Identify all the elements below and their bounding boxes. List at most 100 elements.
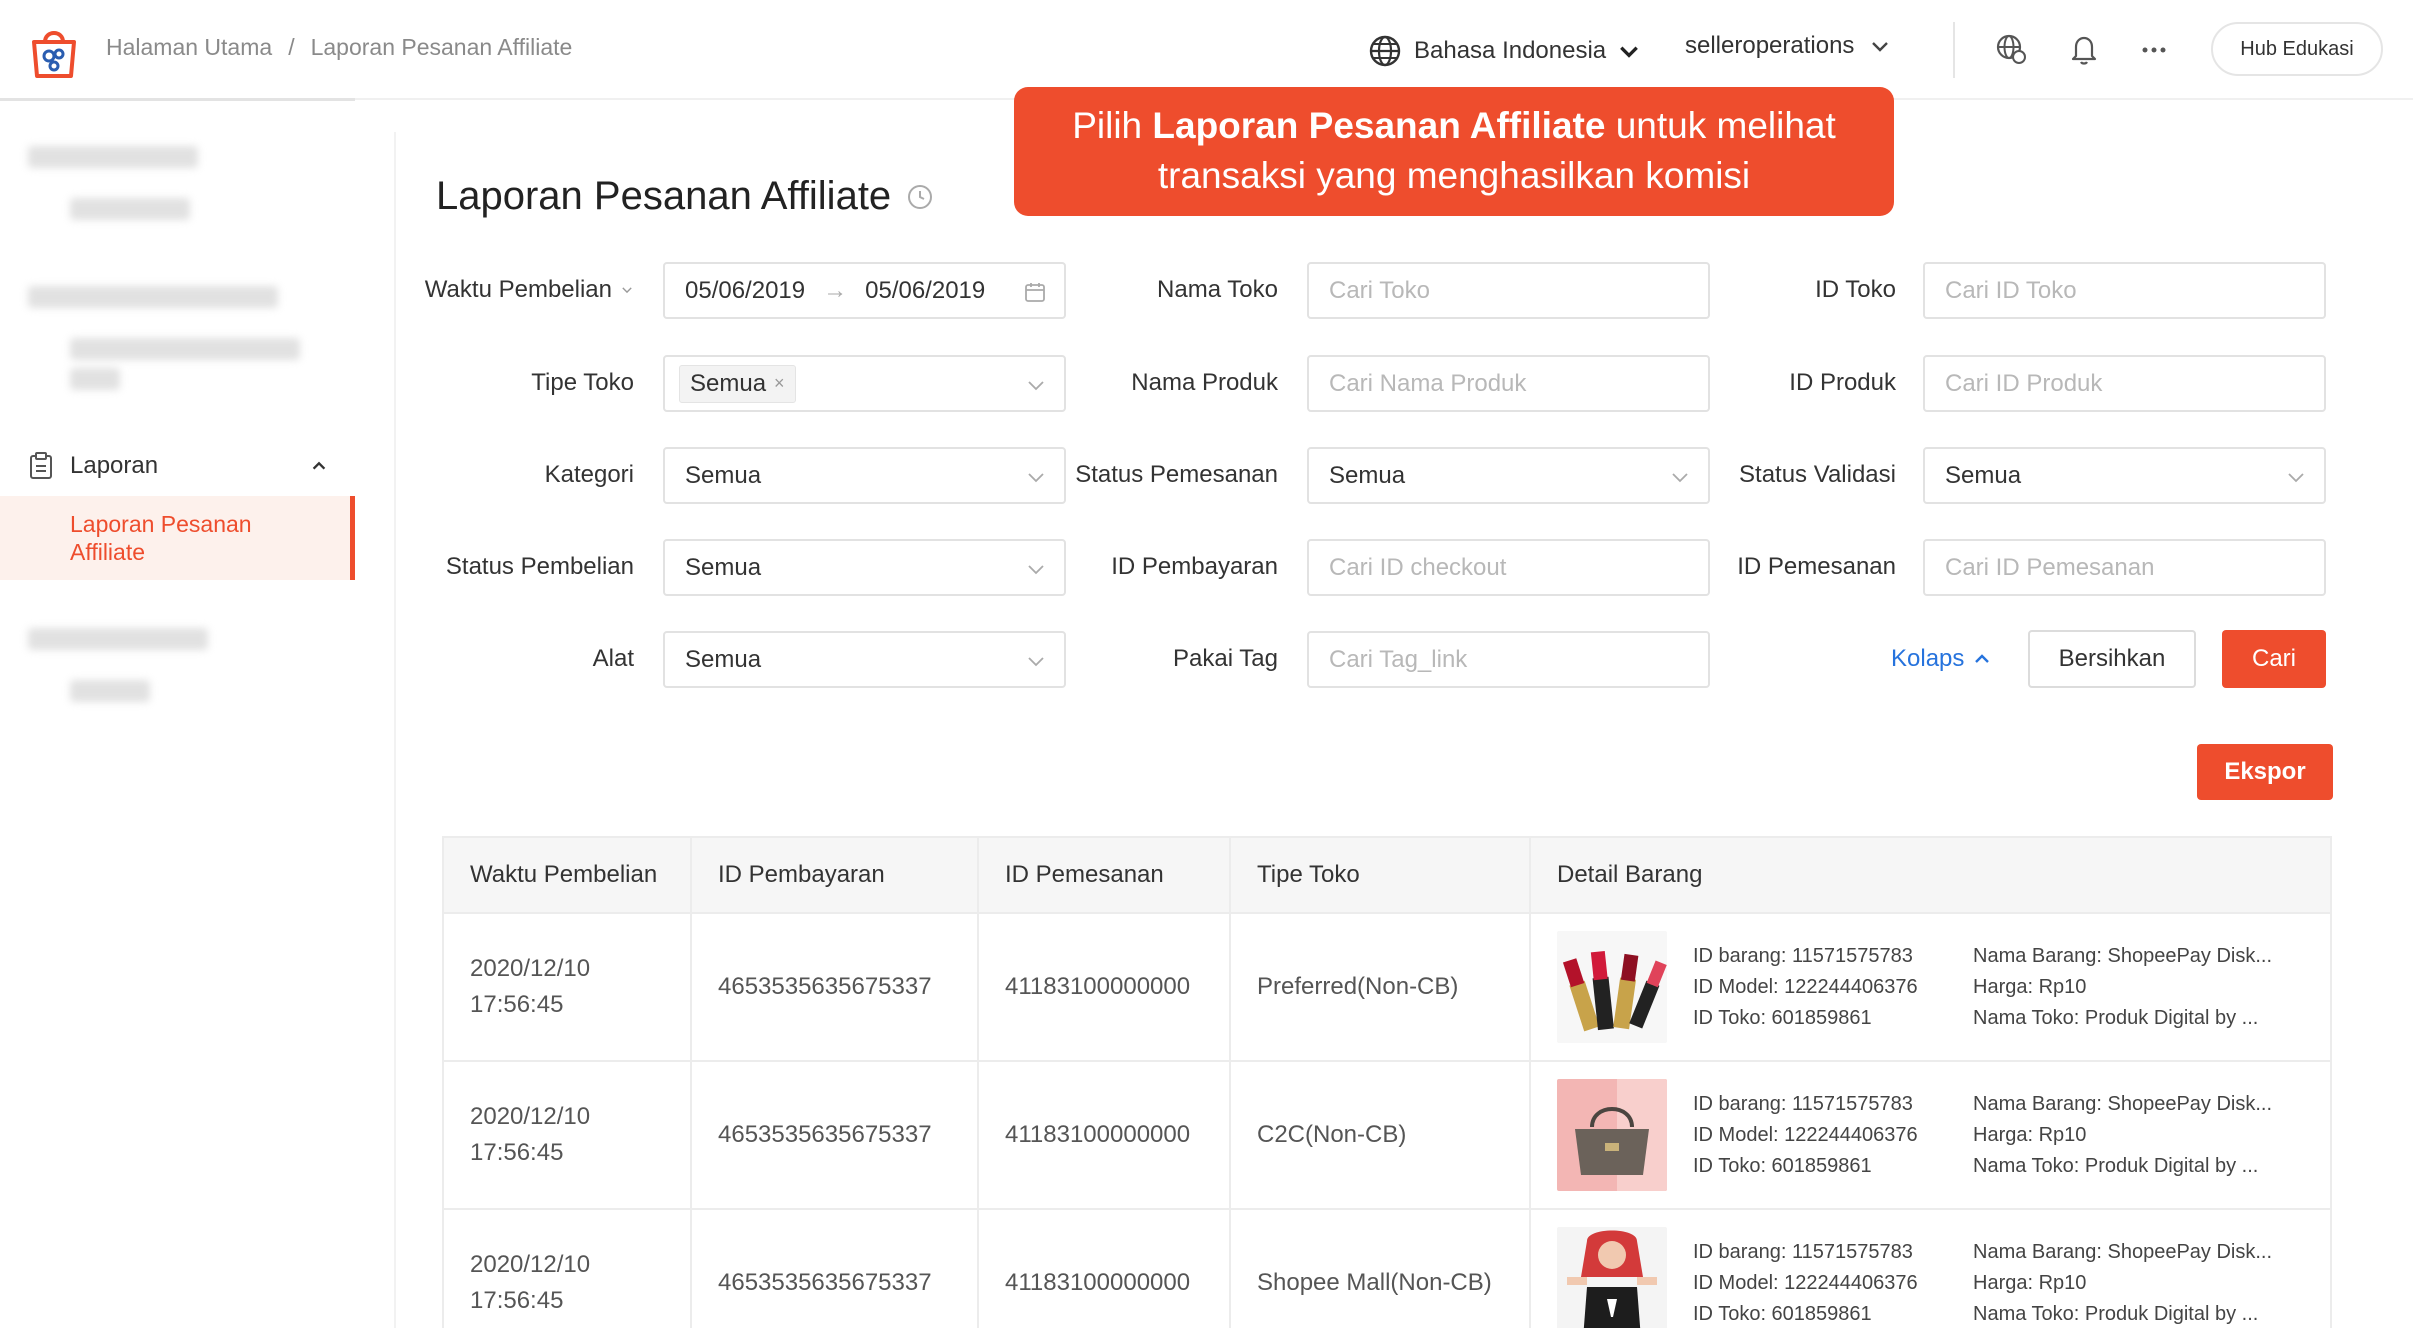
id-produk-input[interactable]: Cari ID Produk xyxy=(1923,355,2326,412)
date-end[interactable]: 05/06/2019 xyxy=(865,277,985,305)
col-id-pembayaran: ID Pembayaran xyxy=(692,838,979,912)
detail-price: Harga: Rp10 xyxy=(1973,975,2087,998)
date-range-picker[interactable]: 05/06/2019 → 05/06/2019 xyxy=(663,262,1066,319)
page-title: Laporan Pesanan Affiliate xyxy=(436,174,935,219)
language-selector[interactable]: Bahasa Indonesia xyxy=(1368,34,1640,68)
clock-icon[interactable] xyxy=(905,182,935,212)
id-pemesanan-label: ID Pemesanan xyxy=(1737,553,1896,580)
table-row[interactable]: 2020/12/10 17:56:45 4653535635675337 4118… xyxy=(444,1210,2330,1328)
top-header: Halaman Utama / Laporan Pesanan Affiliat… xyxy=(0,0,2413,100)
cell-waktu: 2020/12/10 17:56:45 xyxy=(444,1210,692,1328)
status-pemesanan-select[interactable]: Semua xyxy=(1307,447,1710,504)
nama-produk-input[interactable]: Cari Nama Produk xyxy=(1307,355,1710,412)
cell-order-id: 41183100000000 xyxy=(979,1062,1231,1208)
ekspor-button[interactable]: Ekspor xyxy=(2197,744,2333,800)
chevron-down-icon xyxy=(1028,657,1044,667)
tutorial-tooltip: Pilih Laporan Pesanan Affiliate untuk me… xyxy=(1014,87,1894,216)
detail-ids: ID barang: 11571575783 ID Model: 1222444… xyxy=(1693,1237,1973,1328)
detail-shop-id: ID Toko: 601859861 xyxy=(1693,1006,1872,1029)
detail-ids: ID barang: 11571575783 ID Model: 1222444… xyxy=(1693,1089,1973,1182)
pakai-tag-input[interactable]: Cari Tag_link xyxy=(1307,631,1710,688)
status-pemesanan-value: Semua xyxy=(1329,461,1406,489)
cell-shop-type: Shopee Mall(Non-CB) xyxy=(1231,1210,1531,1328)
chevron-down-icon xyxy=(1028,381,1044,391)
breadcrumb-separator: / xyxy=(288,34,295,60)
detail-model-id: ID Model: 122244406376 xyxy=(1693,1271,1918,1294)
user-menu[interactable]: selleroperations xyxy=(1685,32,1890,60)
tooltip-highlight: Laporan Pesanan Affiliate xyxy=(1152,105,1606,146)
detail-shop-name: Nama Toko: Produk Digital by ... xyxy=(1973,1302,2259,1325)
id-toko-input[interactable]: Cari ID Toko xyxy=(1923,262,2326,319)
tooltip-prefix: Pilih xyxy=(1072,105,1153,146)
hub-edukasi-button[interactable]: Hub Edukasi xyxy=(2211,22,2383,76)
status-pemesanan-label: Status Pemesanan xyxy=(1075,461,1278,488)
table-row[interactable]: 2020/12/10 17:56:45 4653535635675337 4118… xyxy=(444,1062,2330,1210)
cell-shop-type: Preferred(Non-CB) xyxy=(1231,914,1531,1060)
pakai-tag-label: Pakai Tag xyxy=(1173,645,1278,672)
cell-detail: ID barang: 11571575783 ID Model: 1222444… xyxy=(1531,1062,2330,1208)
detail-info: Nama Barang: ShopeePay Disk... Harga: Rp… xyxy=(1973,941,2272,1034)
table-header: Waktu Pembelian ID Pembayaran ID Pemesan… xyxy=(444,838,2330,914)
shopee-bag-icon[interactable] xyxy=(26,24,82,80)
language-icon[interactable] xyxy=(1994,32,2028,66)
sidebar-blurred-group-3 xyxy=(28,628,328,732)
product-thumbnail-model[interactable] xyxy=(1557,1227,1667,1328)
bersihkan-button[interactable]: Bersihkan xyxy=(2028,630,2196,688)
detail-item-name: Nama Barang: ShopeePay Disk... xyxy=(1973,1240,2273,1263)
chevron-up-icon xyxy=(312,461,326,470)
nama-toko-input[interactable]: Cari Toko xyxy=(1307,262,1710,319)
kolaps-toggle[interactable]: Kolaps xyxy=(1891,645,1992,673)
sidebar-section-label: Laporan xyxy=(70,452,159,479)
status-pembelian-select[interactable]: Semua xyxy=(663,539,1066,596)
tooltip-line2: transaksi yang menghasilkan komisi xyxy=(1157,155,1751,196)
chevron-down-icon xyxy=(1672,473,1688,483)
cell-date: 2020/12/10 xyxy=(470,1103,591,1130)
tipe-toko-label: Tipe Toko xyxy=(531,369,634,396)
id-pembayaran-input[interactable]: Cari ID checkout xyxy=(1307,539,1710,596)
breadcrumb-home[interactable]: Halaman Utama xyxy=(106,34,272,61)
id-toko-label: ID Toko xyxy=(1815,276,1896,303)
detail-model-id: ID Model: 122244406376 xyxy=(1693,1123,1918,1146)
sidebar-item-laporan-pesanan-affiliate[interactable]: Laporan Pesanan Affiliate xyxy=(0,496,355,580)
more-icon[interactable] xyxy=(2137,32,2171,66)
chevron-down-icon xyxy=(622,287,632,294)
kategori-label: Kategori xyxy=(544,461,634,488)
product-thumbnail-handbag[interactable] xyxy=(1557,1079,1667,1191)
col-detail-barang: Detail Barang xyxy=(1557,861,1703,888)
product-thumbnail-lipstick[interactable] xyxy=(1557,931,1667,1043)
detail-item-id: ID barang: 11571575783 xyxy=(1693,944,1913,967)
detail-shop-name: Nama Toko: Produk Digital by ... xyxy=(1973,1006,2259,1029)
cell-payment-id: 4653535635675337 xyxy=(692,914,979,1060)
close-icon[interactable]: × xyxy=(774,373,785,394)
id-pemesanan-placeholder: Cari ID Pemesanan xyxy=(1945,553,2155,581)
chevron-down-icon xyxy=(1620,46,1639,58)
nama-produk-label: Nama Produk xyxy=(1131,369,1278,396)
tipe-toko-tag: Semua × xyxy=(679,364,796,403)
id-produk-placeholder: Cari ID Produk xyxy=(1945,369,2103,397)
sidebar-blurred-group-1 xyxy=(28,146,328,250)
alat-value: Semua xyxy=(685,645,762,673)
sidebar-section-laporan[interactable]: Laporan xyxy=(28,452,328,480)
waktu-pembelian-label[interactable]: Waktu Pembelian xyxy=(425,276,634,304)
language-label: Bahasa Indonesia xyxy=(1414,37,1607,64)
alat-select[interactable]: Semua xyxy=(663,631,1066,688)
orders-table: Waktu Pembelian ID Pembayaran ID Pemesan… xyxy=(442,836,2332,1328)
cari-button[interactable]: Cari xyxy=(2222,630,2326,688)
id-produk-label: ID Produk xyxy=(1789,369,1896,396)
cell-date: 2020/12/10 xyxy=(470,955,591,982)
kategori-select[interactable]: Semua xyxy=(663,447,1066,504)
sidebar-divider xyxy=(0,98,355,101)
cell-order-id: 41183100000000 xyxy=(979,914,1231,1060)
cell-payment-id: 4653535635675337 xyxy=(692,1210,979,1328)
globe-icon xyxy=(1369,35,1401,67)
tipe-toko-select[interactable]: Semua × xyxy=(663,355,1066,412)
detail-item-name: Nama Barang: ShopeePay Disk... xyxy=(1973,1092,2273,1115)
date-start[interactable]: 05/06/2019 xyxy=(685,277,805,305)
detail-item-id: ID barang: 11571575783 xyxy=(1693,1240,1913,1263)
detail-info: Nama Barang: ShopeePay Disk... Harga: Rp… xyxy=(1973,1237,2272,1328)
id-pemesanan-input[interactable]: Cari ID Pemesanan xyxy=(1923,539,2326,596)
bell-icon[interactable] xyxy=(2067,32,2101,66)
chevron-down-icon xyxy=(2288,473,2304,483)
status-validasi-select[interactable]: Semua xyxy=(1923,447,2326,504)
table-row[interactable]: 2020/12/10 17:56:45 4653535635675337 4118… xyxy=(444,914,2330,1062)
